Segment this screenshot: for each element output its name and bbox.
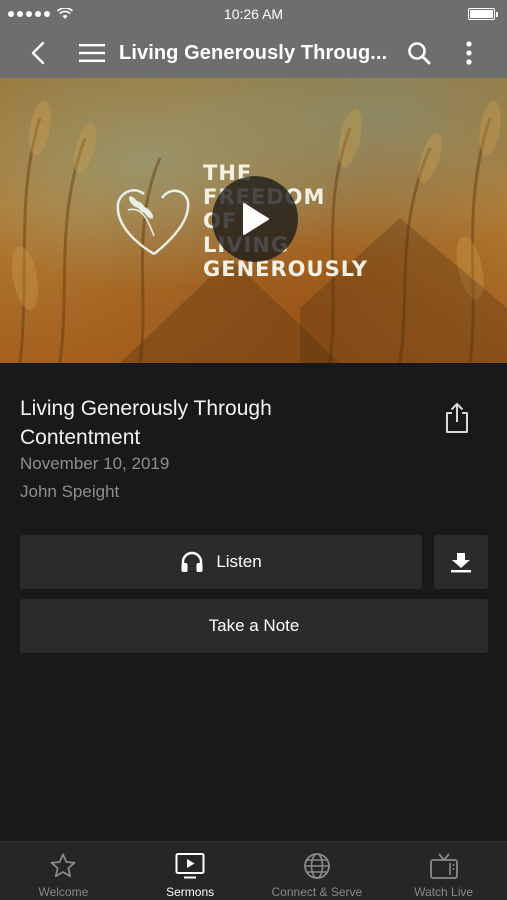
tab-welcome[interactable]: Welcome xyxy=(0,842,127,900)
chevron-left-icon xyxy=(31,41,45,65)
tab-label: Sermons xyxy=(166,885,215,899)
status-bar: 10:26 AM xyxy=(0,0,507,28)
signal-strength-icon xyxy=(8,8,73,20)
listen-button[interactable]: Listen xyxy=(20,535,422,589)
share-button[interactable] xyxy=(440,399,474,437)
sermon-artwork: THE FREEDOM OF LIVING GENEROUSLY xyxy=(0,78,507,363)
wifi-icon xyxy=(57,8,73,19)
download-button[interactable] xyxy=(434,535,488,589)
search-icon xyxy=(408,42,431,65)
heart-wheat-logo xyxy=(116,189,190,256)
page-title: Living Generously Throug... xyxy=(119,41,388,64)
hamburger-menu-icon xyxy=(79,44,105,62)
back-button[interactable] xyxy=(23,38,53,68)
play-screen-icon xyxy=(175,851,205,881)
take-a-note-button[interactable]: Take a Note xyxy=(20,599,488,653)
tab-label: Welcome xyxy=(38,885,89,899)
search-button[interactable] xyxy=(404,38,434,68)
tab-connect-serve[interactable]: Connect & Serve xyxy=(254,842,381,900)
battery-icon xyxy=(468,8,498,20)
sermon-date: November 10, 2019 xyxy=(20,454,170,473)
sermon-speaker: John Speight xyxy=(20,482,120,501)
download-icon xyxy=(451,553,471,573)
tab-sermons[interactable]: Sermons xyxy=(127,842,254,900)
headphones-icon xyxy=(181,551,203,572)
listen-label: Listen xyxy=(216,552,262,571)
navigation-bar: Living Generously Throug... xyxy=(0,28,507,78)
share-icon xyxy=(446,403,468,433)
tab-watch-live[interactable]: Watch Live xyxy=(380,842,507,900)
globe-icon xyxy=(302,851,332,881)
play-icon xyxy=(243,203,269,235)
artwork-title-line: GENEROUSLY xyxy=(203,257,369,281)
sermon-title: Living Generously Through Contentment xyxy=(20,397,272,449)
tab-label: Connect & Serve xyxy=(271,885,363,899)
status-time: 10:26 AM xyxy=(223,6,284,22)
tab-bar: Welcome Sermons Connect & Serve Watch Li… xyxy=(0,841,507,900)
tv-icon xyxy=(429,851,459,881)
menu-button[interactable] xyxy=(77,38,107,68)
star-icon xyxy=(48,851,78,881)
more-options-button[interactable] xyxy=(454,38,484,68)
more-vertical-icon xyxy=(466,41,472,65)
take-a-note-label: Take a Note xyxy=(208,616,300,635)
play-video-button[interactable] xyxy=(212,176,298,262)
tab-label: Watch Live xyxy=(414,885,474,899)
